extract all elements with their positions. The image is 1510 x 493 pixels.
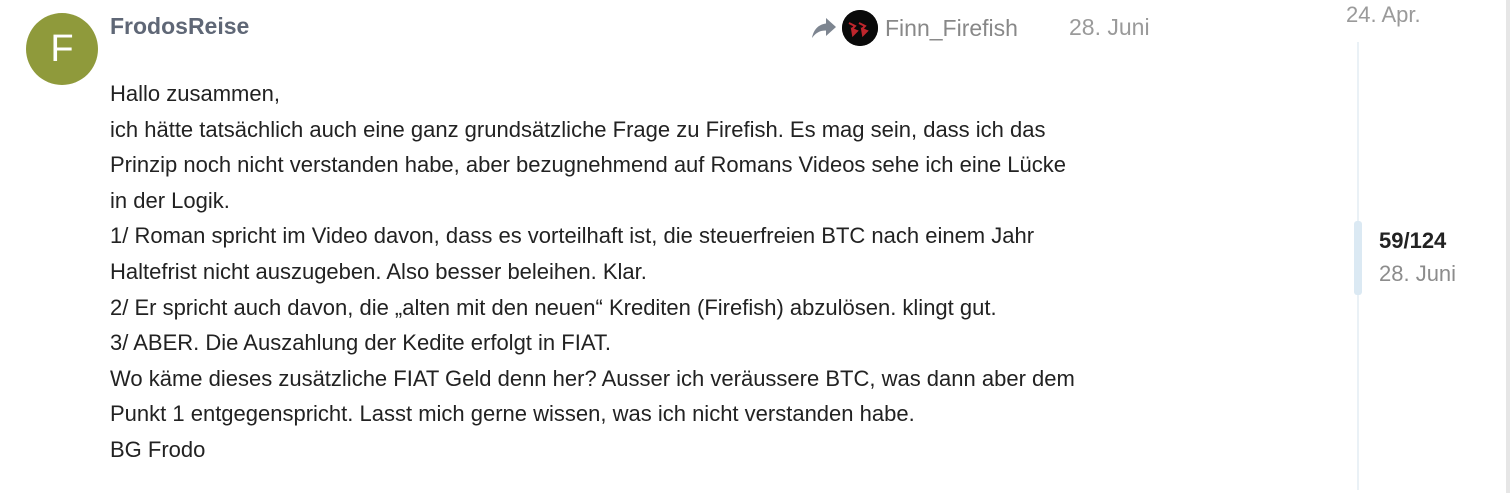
post-line: 1/ Roman spricht im Video davon, dass es… (110, 223, 1035, 249)
post-line: ich hätte tatsächlich auch eine ganz gru… (110, 116, 1046, 142)
timeline-current-date: 28. Juni (1379, 261, 1457, 286)
post-line: in der Logik. (110, 187, 230, 213)
reply-to-username: Finn_Firefish (885, 14, 1018, 41)
page-border (1506, 0, 1510, 493)
author-username[interactable]: FrodosReise (110, 13, 249, 40)
reply-to-link[interactable]: Finn_Firefish (810, 10, 1018, 46)
post-line: Hallo zusammen, (110, 81, 280, 106)
timeline-scroll-handle[interactable] (1354, 221, 1362, 295)
topic-page: F FrodosReise Finn_Firefish 28. Juni Hal… (0, 0, 1510, 493)
timeline-start-date[interactable]: 24. Apr. (1346, 2, 1421, 28)
post-line: BG Frodo (110, 436, 206, 462)
author-avatar[interactable]: F (26, 13, 98, 85)
post-line: Punkt 1 entgegenspricht. Lasst mich gern… (110, 401, 915, 427)
post-line: Prinzip noch nicht verstanden habe, aber… (110, 152, 1067, 178)
post-date[interactable]: 28. Juni (1069, 14, 1150, 41)
post-line: 3/ ABER. Die Auszahlung der Kedite erfol… (110, 330, 611, 356)
post-line: Haltefrist nicht auszugeben. Also besser… (110, 258, 647, 284)
reply-arrow-icon (810, 16, 838, 40)
timeline-position: 59/124 (1379, 228, 1447, 253)
post-line: 2/ Er spricht auch davon, die „alten mit… (110, 294, 997, 320)
reply-to-avatar (842, 10, 878, 46)
post-body: Hallo zusammen, ich hätte tatsächlich au… (110, 76, 1170, 468)
post-line: Wo käme dieses zusätzliche FIAT Geld den… (110, 365, 1075, 391)
